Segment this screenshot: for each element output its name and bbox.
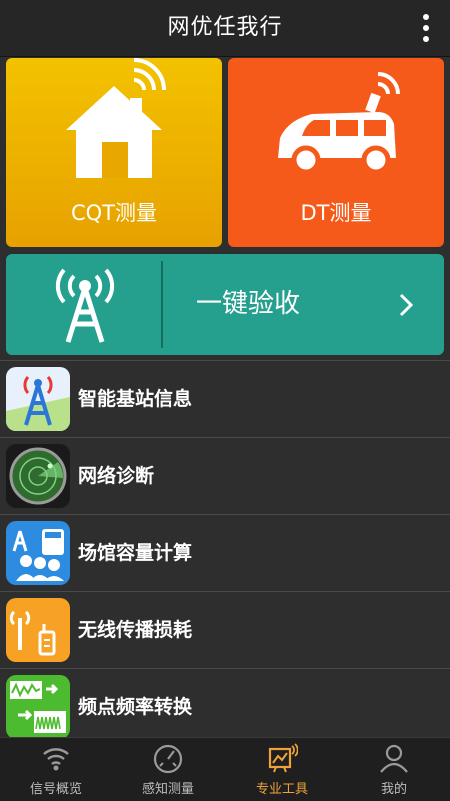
one-key-accept-button[interactable]: 一键验收	[6, 254, 444, 355]
house-signal-icon	[66, 58, 166, 178]
cqt-measure-tile[interactable]: CQT测量	[6, 58, 222, 247]
cqt-label: CQT测量	[70, 201, 158, 225]
tab-label: 我的	[380, 782, 407, 797]
antenna-tower-icon	[55, 268, 115, 343]
tab-label: 感知测量	[141, 782, 194, 797]
list-item-base-station[interactable]: 智能基站信息	[0, 360, 450, 437]
list-item-label: 场馆容量计算	[78, 542, 193, 564]
tab-signal-overview[interactable]: 信号概览	[0, 738, 112, 801]
user-icon	[380, 744, 408, 773]
venue-capacity-icon	[6, 521, 70, 585]
van-signal-icon	[278, 72, 400, 175]
tab-mine[interactable]: 我的	[338, 738, 450, 801]
list-item-frequency-convert[interactable]: 频点频率转换	[0, 668, 450, 745]
list-item-label: 网络诊断	[78, 465, 155, 487]
wifi-signal-icon	[43, 748, 69, 771]
tab-label: 专业工具	[255, 782, 308, 797]
list-item-label: 智能基站信息	[78, 388, 193, 410]
accept-label: 一键验收	[196, 289, 301, 319]
tab-pro-tools[interactable]: 专业工具	[226, 738, 338, 801]
list-item-label: 频点频率转换	[78, 696, 193, 718]
tool-list: 智能基站信息 网络诊断 场馆容量计算 无线传播损耗 频点频率转换	[0, 360, 450, 745]
list-item-network-diagnosis[interactable]: 网络诊断	[0, 437, 450, 514]
more-menu-icon[interactable]	[416, 14, 436, 46]
list-item-label: 无线传播损耗	[78, 619, 193, 641]
frequency-convert-icon	[6, 675, 70, 739]
list-item-propagation-loss[interactable]: 无线传播损耗	[0, 591, 450, 668]
list-item-venue-capacity[interactable]: 场馆容量计算	[0, 514, 450, 591]
tools-chart-icon	[268, 743, 298, 773]
bottom-tab-bar: 信号概览 感知测量 专业工具 我的	[0, 737, 450, 801]
app-title: 网优任我行	[167, 15, 283, 40]
chevron-right-icon	[399, 293, 414, 317]
propagation-loss-icon	[6, 598, 70, 662]
accept-divider	[161, 261, 163, 348]
gauge-icon	[153, 744, 183, 774]
base-station-icon	[6, 367, 70, 431]
tab-label: 信号概览	[29, 782, 82, 797]
top-bar: 网优任我行	[0, 0, 450, 57]
radar-icon	[6, 444, 70, 508]
dt-label: DT测量	[300, 201, 372, 225]
tab-perception-measure[interactable]: 感知测量	[112, 738, 224, 801]
dt-measure-tile[interactable]: DT测量	[228, 58, 444, 247]
